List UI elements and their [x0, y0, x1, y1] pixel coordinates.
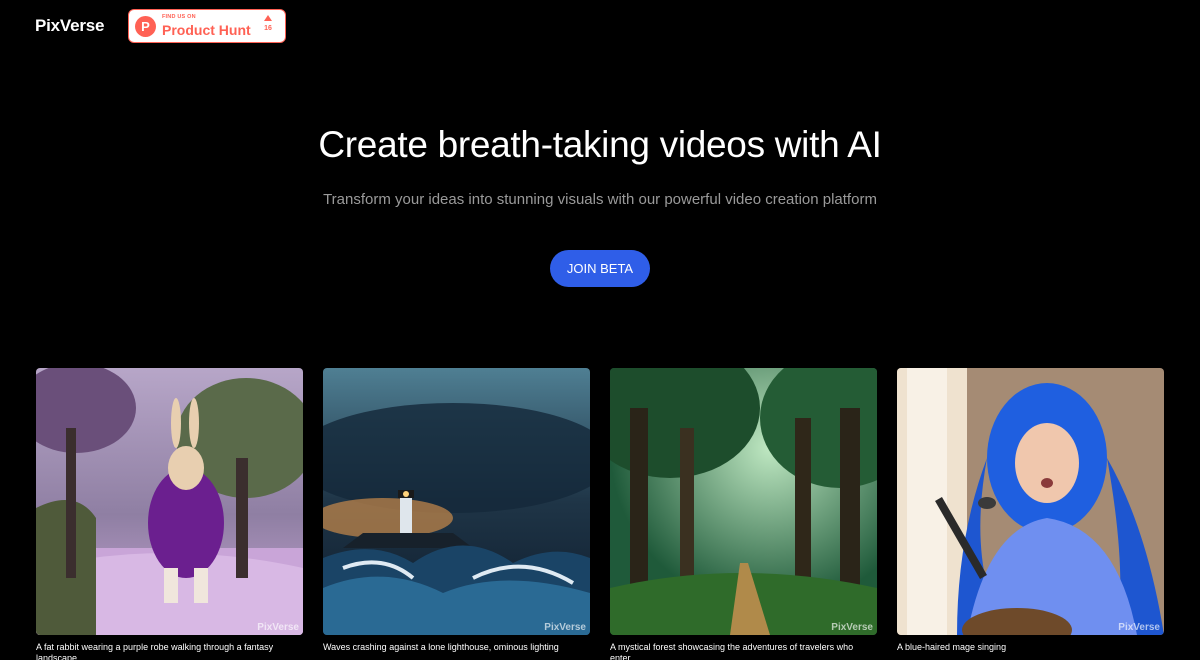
upvote-triangle-icon: [264, 15, 272, 21]
watermark: PixVerse: [1118, 622, 1160, 633]
video-thumbnail-lighthouse[interactable]: PixVerse: [323, 368, 590, 635]
product-hunt-name: Product Hunt: [162, 21, 251, 38]
page: PixVerse P FIND US ON Product Hunt 16 Cr…: [0, 0, 1200, 660]
product-hunt-badge[interactable]: P FIND US ON Product Hunt 16: [128, 9, 286, 43]
upvote-counter: 16: [264, 15, 272, 32]
hero-title: Create breath-taking videos with AI: [318, 124, 882, 165]
video-caption: A mystical forest showcasing the adventu…: [610, 642, 854, 660]
video-caption: Waves crashing against a lone lighthouse…: [323, 642, 559, 652]
video-card[interactable]: PixVerse Waves crashing against a lone l…: [323, 368, 590, 653]
upvote-count: 16: [264, 25, 272, 32]
video-thumbnail-singer[interactable]: PixVerse: [897, 368, 1164, 635]
video-thumbnail-rabbit[interactable]: PixVerse: [36, 368, 303, 635]
video-thumbnail-forest[interactable]: PixVerse: [610, 368, 877, 635]
video-caption: A fat rabbit wearing a purple robe walki…: [36, 642, 274, 660]
video-card[interactable]: PixVerse A blue-haired mage singing: [897, 368, 1164, 653]
hero-subtitle: Transform your ideas into stunning visua…: [323, 191, 877, 208]
video-card[interactable]: PixVerse A mystical forest showcasing th…: [610, 368, 877, 660]
pixverse-logo[interactable]: PixVerse: [35, 16, 105, 36]
watermark: PixVerse: [831, 622, 873, 633]
video-caption: A blue-haired mage singing: [897, 642, 1007, 652]
join-beta-button[interactable]: JOIN BETA: [550, 250, 650, 287]
video-card[interactable]: PixVerse A fat rabbit wearing a purple r…: [36, 368, 303, 660]
watermark: PixVerse: [544, 622, 586, 633]
watermark: PixVerse: [257, 622, 299, 633]
product-hunt-small-text: FIND US ON: [162, 14, 196, 21]
product-hunt-icon: P: [135, 15, 156, 37]
